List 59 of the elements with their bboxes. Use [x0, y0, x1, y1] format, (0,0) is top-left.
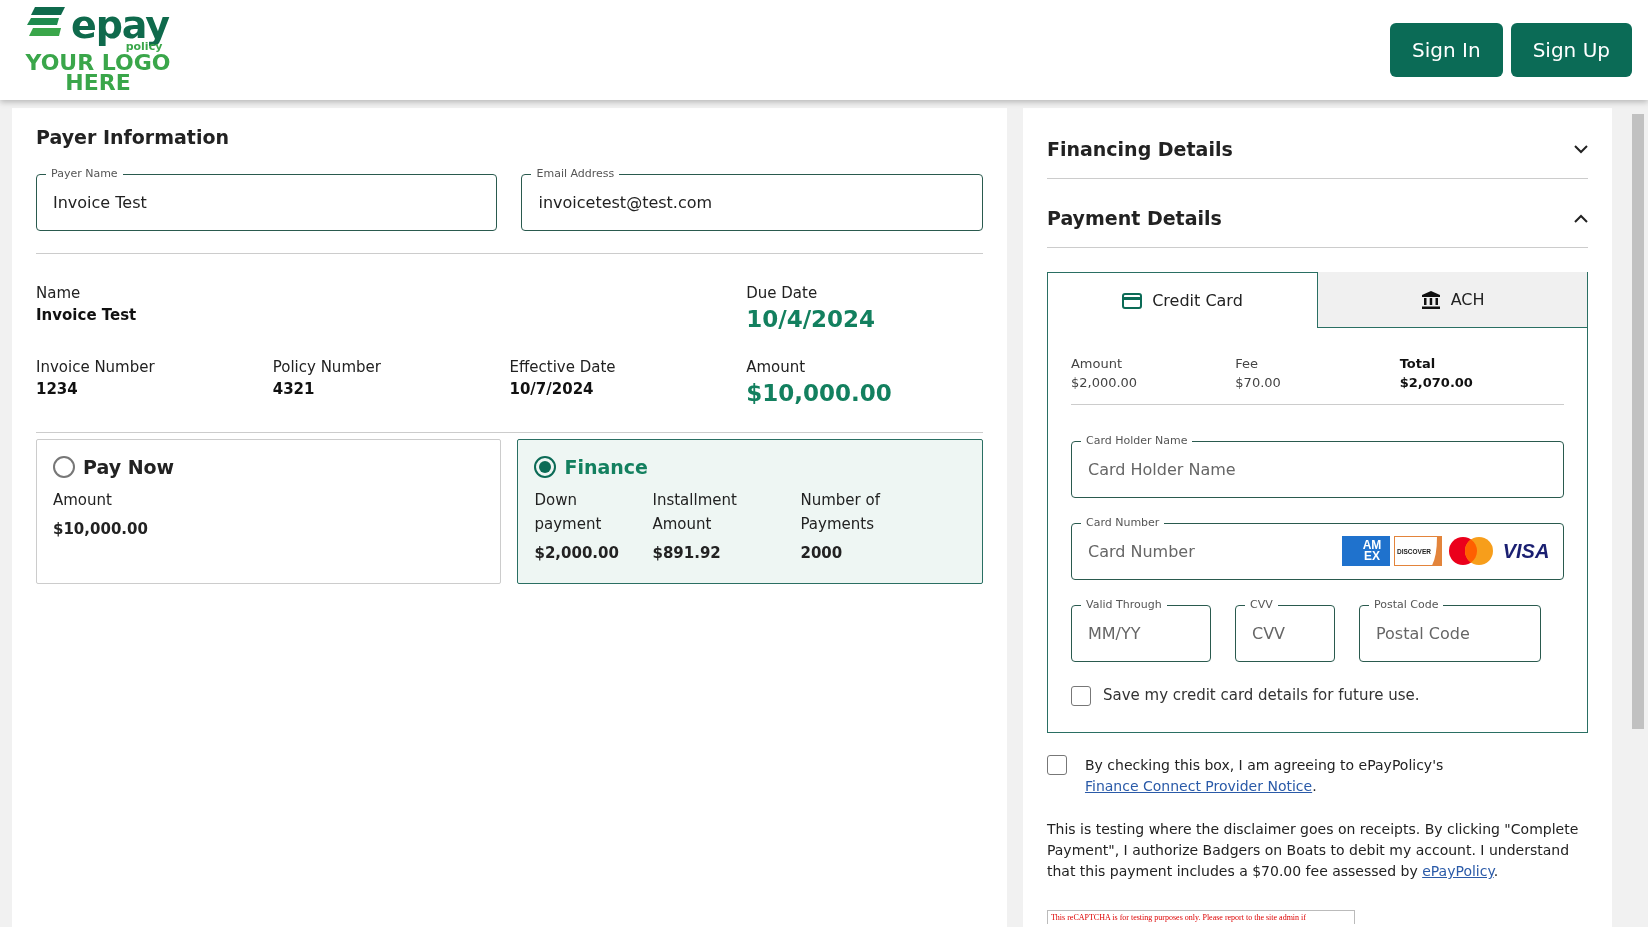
option-label: Down payment: [534, 490, 603, 535]
detail-value: 10/7/2024: [509, 380, 595, 398]
logo-placeholder-text: YOUR LOGO HERE: [24, 53, 172, 93]
checkbox-label: Save my credit card details for future use.: [1102, 686, 1420, 704]
visa-logo: VISA: [1500, 536, 1553, 566]
total-value: $2,000.00: [1070, 375, 1139, 390]
payment-option-card[interactable]: Finance Down payment $2,000.00 Installment Amount $891.92 Number of Payments 2000: [517, 439, 983, 584]
detail-label: Effective Date: [509, 358, 617, 376]
accordion-header[interactable]: Payment Details: [1046, 189, 1589, 248]
header-button[interactable]: Sign Up: [1510, 23, 1632, 77]
total-value: $70.00: [1235, 375, 1282, 390]
radio-button[interactable]: [534, 456, 557, 478]
option-value: $10,000.00: [53, 520, 149, 538]
amex-logo: AM EX: [1342, 536, 1391, 566]
detail-label: Name: [36, 284, 82, 302]
option-label: Amount: [53, 490, 113, 511]
detail-value: 4321: [272, 380, 316, 398]
field-label: Payer Name: [46, 167, 123, 181]
total-label: Fee: [1235, 356, 1260, 371]
payment-tab[interactable]: Credit Card: [1047, 272, 1319, 328]
option-value: $891.92: [652, 544, 722, 562]
detail-value: Invoice Test: [36, 306, 138, 324]
option-title: Pay Now: [83, 456, 175, 478]
total-label: Total: [1399, 356, 1437, 371]
epaypolicy-link[interactable]: ePayPolicy: [1422, 863, 1494, 879]
notice-link[interactable]: Finance Connect Provider Notice: [1084, 778, 1313, 794]
section-title: Payment Details: [1046, 207, 1222, 229]
detail-label: Amount: [746, 358, 807, 376]
bank-icon: [1420, 289, 1441, 310]
header-button[interactable]: Sign In: [1390, 23, 1503, 77]
chevron-up-icon: [1574, 213, 1589, 223]
total-value: $2,070.00: [1399, 375, 1474, 390]
option-label: Installment Amount: [652, 490, 738, 535]
checkbox[interactable]: [1070, 686, 1091, 706]
payment-option-card[interactable]: Pay Now Amount $10,000.00: [36, 439, 502, 584]
radio-button[interactable]: [53, 456, 75, 478]
credit-card-icon: [1122, 292, 1143, 309]
payment-tab[interactable]: ACH: [1318, 272, 1588, 328]
logo-stripes-icon: [26, 7, 65, 37]
field-label: Valid Through: [1080, 598, 1167, 612]
disclaimer-text: This is testing where the disclaimer goes on receipts. By clicking "Complete Payment", I authorize Badgers on Boats to debit my account. I understand that this payment includes a $70.00 fee assessed by ePayPolicy.: [1046, 820, 1580, 881]
total-label: Amount: [1070, 356, 1124, 371]
detail-value: 10/4/2024: [746, 306, 877, 332]
captcha-notice: This reCAPTCHA is for testing purposes only. Please report to the site admin if: [1046, 910, 1355, 924]
option-value: $2,000.00: [534, 544, 620, 562]
detail-label: Due Date: [746, 284, 819, 302]
section-title: Financing Details: [1046, 138, 1233, 160]
option-title: Finance: [564, 456, 648, 478]
detail-value: $10,000.00: [746, 380, 893, 406]
checkbox[interactable]: [1046, 755, 1067, 775]
detail-label: Invoice Number: [36, 358, 156, 376]
option-label: Number of Payments: [800, 490, 882, 535]
chevron-down-icon: [1574, 144, 1589, 154]
panel-title: Payer Information: [36, 126, 230, 148]
detail-label: Policy Number: [272, 358, 382, 376]
agreement-text: By checking this box, I am agreeing to ePayPolicy's Finance Connect Provider Notice.: [1084, 756, 1445, 796]
detail-value: 1234: [36, 380, 79, 398]
option-value: 2000: [800, 544, 844, 562]
accordion-header[interactable]: Financing Details: [1046, 120, 1589, 179]
